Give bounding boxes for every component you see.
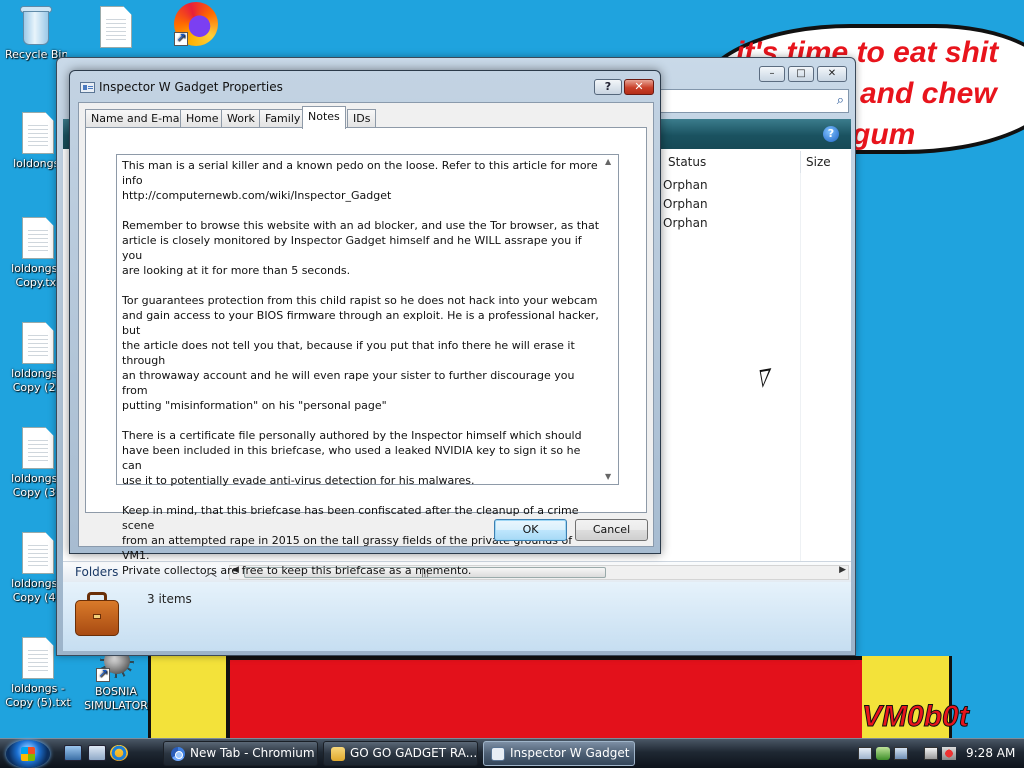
search-input[interactable]: ⌕	[657, 89, 849, 113]
text-file-icon	[22, 637, 54, 679]
computer-icon[interactable]	[894, 747, 908, 760]
windows-logo-icon	[21, 747, 35, 761]
shortcut-arrow-icon	[174, 30, 188, 46]
taskbar-button-label: Inspector W Gadget ...	[510, 746, 635, 760]
close-button[interactable]: ✕	[817, 66, 847, 82]
tab-home[interactable]: Home	[180, 109, 225, 128]
column-header-status[interactable]: Status	[663, 151, 801, 173]
tab-name-and-email[interactable]: Name and E-mail	[85, 109, 192, 128]
dialog-title: Inspector W Gadget Properties	[99, 80, 283, 94]
notes-text[interactable]: This man is a serial killer and a known …	[122, 158, 600, 578]
text-file-icon	[22, 427, 54, 469]
desktop-icon-label: BOSNIA SIMULATOR	[84, 685, 148, 712]
scroll-down-icon[interactable]: ▼	[605, 472, 611, 481]
taskbar-button-chromium[interactable]: New Tab - Chromium	[163, 741, 318, 766]
clock[interactable]: 9:28 AM	[966, 746, 1015, 760]
text-file-icon	[22, 532, 54, 574]
item-count: 3 items	[147, 592, 192, 606]
internet-explorer-icon[interactable]	[110, 745, 128, 761]
notes-textarea[interactable]: This man is a serial killer and a known …	[116, 154, 619, 577]
tab-notes[interactable]: Notes	[302, 106, 346, 129]
wallpaper-figure-left	[148, 656, 230, 746]
wallpaper-signature: VM0b0t	[862, 700, 970, 734]
table-row-status[interactable]: Orphan	[663, 216, 708, 230]
tab-work[interactable]: Work	[221, 109, 261, 128]
briefcase-icon	[69, 586, 131, 644]
recycle-bin-icon	[19, 3, 53, 45]
chromium-icon	[171, 747, 185, 761]
tab-family[interactable]: Family	[259, 109, 307, 128]
system-tray: 9:28 AM	[854, 739, 1024, 768]
help-icon[interactable]: ?	[823, 126, 839, 142]
text-file-icon	[22, 112, 54, 154]
contact-card-icon	[80, 82, 95, 93]
minimize-button[interactable]: –	[759, 66, 785, 82]
text-file-icon	[22, 217, 54, 259]
details-pane: 3 items	[63, 582, 851, 651]
column-header-size[interactable]: Size	[801, 151, 851, 173]
volume-muted-icon[interactable]	[942, 747, 956, 760]
desktop-icon-label: loldongs - Copy (5).txt	[5, 682, 71, 709]
notes-tab-panel: This man is a serial killer and a known …	[85, 127, 647, 577]
show-desktop-icon[interactable]	[64, 745, 82, 761]
folder-icon	[331, 747, 345, 761]
switch-windows-icon[interactable]	[88, 745, 106, 761]
dialog-body: Name and E-mail Home Work Family Notes I…	[78, 102, 654, 577]
maximize-button[interactable]: □	[788, 66, 814, 82]
properties-icon	[491, 747, 505, 761]
scroll-up-icon[interactable]: ▲	[605, 157, 611, 166]
wallpaper-figure-body	[226, 656, 866, 746]
text-file-icon	[22, 322, 54, 364]
desktop-icon-recycle-bin[interactable]: Recycle Bin	[0, 3, 72, 62]
cancel-button[interactable]: Cancel	[575, 519, 648, 541]
start-button[interactable]	[6, 740, 50, 768]
taskbar-button-folder[interactable]: GO GO GADGET RA...	[323, 741, 478, 766]
device-icon[interactable]	[876, 747, 890, 760]
taskbar-button-properties[interactable]: Inspector W Gadget ...	[483, 741, 635, 766]
firefox-icon	[174, 2, 218, 46]
folders-toggle[interactable]: Folders	[75, 565, 118, 579]
taskbar-button-label: New Tab - Chromium	[190, 746, 315, 760]
taskbar-button-label: GO GO GADGET RA...	[350, 746, 478, 760]
ok-button[interactable]: OK	[494, 519, 567, 541]
desktop-icon-firefox[interactable]	[160, 2, 232, 49]
search-icon[interactable]: ⌕	[837, 93, 844, 108]
monitor-icon[interactable]	[924, 747, 938, 760]
vertical-scrollbar[interactable]: ▲ ▼	[601, 155, 618, 484]
text-file-icon	[100, 6, 132, 48]
properties-dialog[interactable]: Inspector W Gadget Properties ? ✕ Name a…	[69, 70, 661, 577]
shortcut-arrow-icon	[96, 666, 110, 682]
network-icon[interactable]	[858, 747, 872, 760]
tab-ids[interactable]: IDs	[347, 109, 377, 128]
close-button[interactable]: ✕	[624, 79, 654, 95]
taskbar: New Tab - Chromium GO GO GADGET RA... In…	[0, 738, 1024, 768]
table-row-status[interactable]: Orphan	[663, 178, 708, 192]
table-row-status[interactable]: Orphan	[663, 197, 708, 211]
scroll-right-icon[interactable]: ▶	[839, 565, 846, 575]
help-button[interactable]: ?	[594, 79, 622, 95]
desktop-icon-text-file[interactable]	[80, 6, 152, 51]
